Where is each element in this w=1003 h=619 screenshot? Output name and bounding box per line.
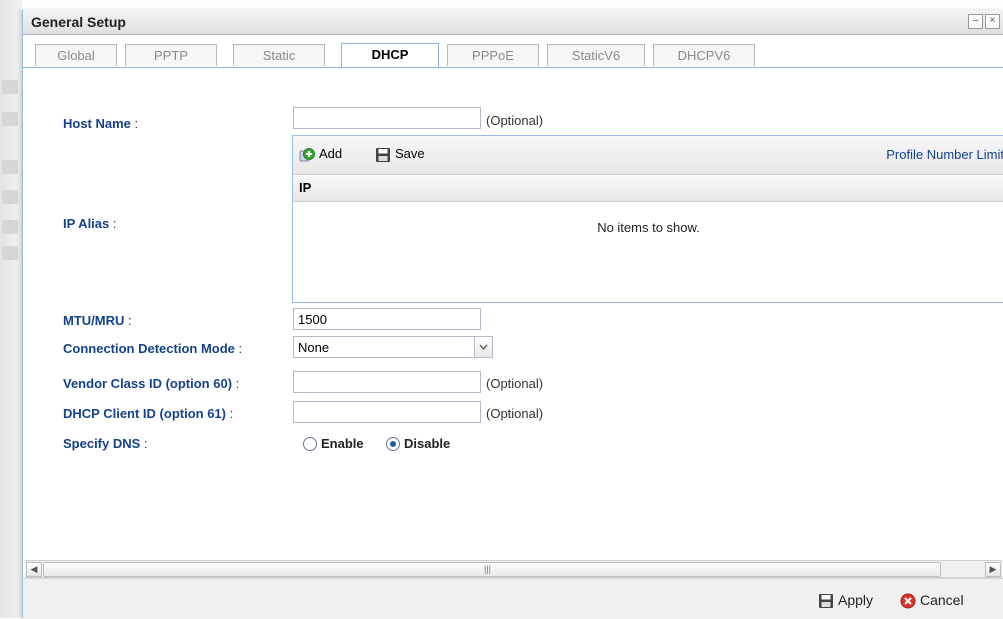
cancel-icon xyxy=(900,593,916,609)
tab-pppoe[interactable]: PPPoE xyxy=(447,44,539,66)
add-icon xyxy=(299,147,315,162)
ip-alias-grid: Add Save Profile Number Limit IP No item… xyxy=(292,135,1003,303)
save-button[interactable]: Save xyxy=(375,146,425,163)
add-button[interactable]: Add xyxy=(299,146,342,163)
dns-disable-radio[interactable] xyxy=(386,437,400,451)
column-ip: IP xyxy=(299,180,312,195)
vendor-class-hint: (Optional) xyxy=(486,376,544,391)
specify-dns-colon: : xyxy=(140,436,148,451)
tab-global[interactable]: Global xyxy=(35,44,117,66)
cancel-button-label: Cancel xyxy=(920,592,964,608)
detection-mode-colon: : xyxy=(234,341,243,356)
floppy-disk-icon xyxy=(376,147,390,162)
window-footer: Apply Cancel xyxy=(23,578,1003,619)
mtu-colon: : xyxy=(124,313,132,328)
chevron-down-icon[interactable] xyxy=(474,337,492,357)
scroll-left-icon[interactable]: ◀ xyxy=(26,562,42,577)
floppy-disk-icon xyxy=(819,594,833,609)
ip-alias-label-text: IP Alias xyxy=(63,216,110,231)
ip-alias-colon: : xyxy=(109,216,117,231)
vendor-class-input[interactable] xyxy=(293,371,481,393)
host-name-input[interactable] xyxy=(293,107,481,129)
tab-dhcp[interactable]: DHCP xyxy=(341,43,439,67)
minimize-icon[interactable]: – xyxy=(968,14,983,29)
ip-alias-toolbar: Add Save Profile Number Limit xyxy=(293,136,1003,175)
scroll-right-icon[interactable]: ▶ xyxy=(985,562,1001,577)
ip-alias-column-header[interactable]: IP xyxy=(293,175,1003,202)
vendor-class-label: Vendor Class ID (option 60) : xyxy=(63,376,239,391)
specify-dns-label-text: Specify DNS xyxy=(63,436,141,451)
client-id-label: DHCP Client ID (option 61) : xyxy=(63,406,233,421)
detection-mode-value: None xyxy=(298,340,330,355)
dns-enable-radio[interactable] xyxy=(303,437,317,451)
horizontal-scrollbar[interactable]: ◀ ||| ▶ xyxy=(25,560,1002,578)
client-id-label-text: DHCP Client ID (option 61) xyxy=(63,406,226,421)
client-id-colon: : xyxy=(225,406,234,421)
detection-mode-label-text: Connection Detection Mode xyxy=(63,341,235,356)
scrollbar-thumb[interactable]: ||| xyxy=(43,562,941,577)
ip-alias-label: IP Alias : xyxy=(63,216,116,231)
window-title: General Setup xyxy=(31,14,126,30)
client-id-hint: (Optional) xyxy=(486,406,544,421)
tab-dhcpv6[interactable]: DHCPV6 xyxy=(653,44,755,66)
specify-dns-label: Specify DNS : xyxy=(63,436,148,451)
cancel-button[interactable]: Cancel xyxy=(900,592,964,609)
mtu-label: MTU/MRU : xyxy=(63,313,132,328)
apply-button[interactable]: Apply xyxy=(818,592,873,609)
client-id-input[interactable] xyxy=(293,401,481,423)
window-titlebar[interactable]: General Setup – × xyxy=(23,10,1003,35)
empty-grid-message: No items to show. xyxy=(597,220,700,235)
host-name-label: Host Name : xyxy=(63,116,138,131)
vendor-class-label-text: Vendor Class ID (option 60) xyxy=(63,376,233,391)
tab-staticv6[interactable]: StaticV6 xyxy=(547,44,645,66)
mtu-label-text: MTU/MRU xyxy=(63,313,125,328)
tab-bar: Global PPTP Static DHCP PPPoE StaticV6 D… xyxy=(23,35,1003,68)
vendor-class-colon: : xyxy=(232,376,240,391)
host-name-label-text: Host Name xyxy=(63,116,131,131)
grip-icon: ||| xyxy=(484,564,492,574)
profile-number-limit-link[interactable]: Profile Number Limit xyxy=(886,147,1003,162)
dns-enable-label[interactable]: Enable xyxy=(321,436,364,451)
host-name-colon: : xyxy=(130,116,139,131)
general-setup-window: General Setup – × Global PPTP Static DHC… xyxy=(22,10,1003,619)
host-name-hint: (Optional) xyxy=(486,113,544,128)
close-icon[interactable]: × xyxy=(985,14,1000,29)
tab-static[interactable]: Static xyxy=(233,44,325,66)
mtu-input[interactable]: 1500 xyxy=(293,308,481,330)
save-button-label: Save xyxy=(395,146,425,161)
detection-mode-label: Connection Detection Mode : xyxy=(63,341,242,356)
detection-mode-select[interactable]: None xyxy=(293,336,493,358)
tab-pptp[interactable]: PPTP xyxy=(125,44,217,66)
add-button-label: Add xyxy=(319,146,343,161)
dns-disable-label[interactable]: Disable xyxy=(404,436,450,451)
background-app-strip xyxy=(0,0,22,618)
apply-button-label: Apply xyxy=(838,592,874,608)
